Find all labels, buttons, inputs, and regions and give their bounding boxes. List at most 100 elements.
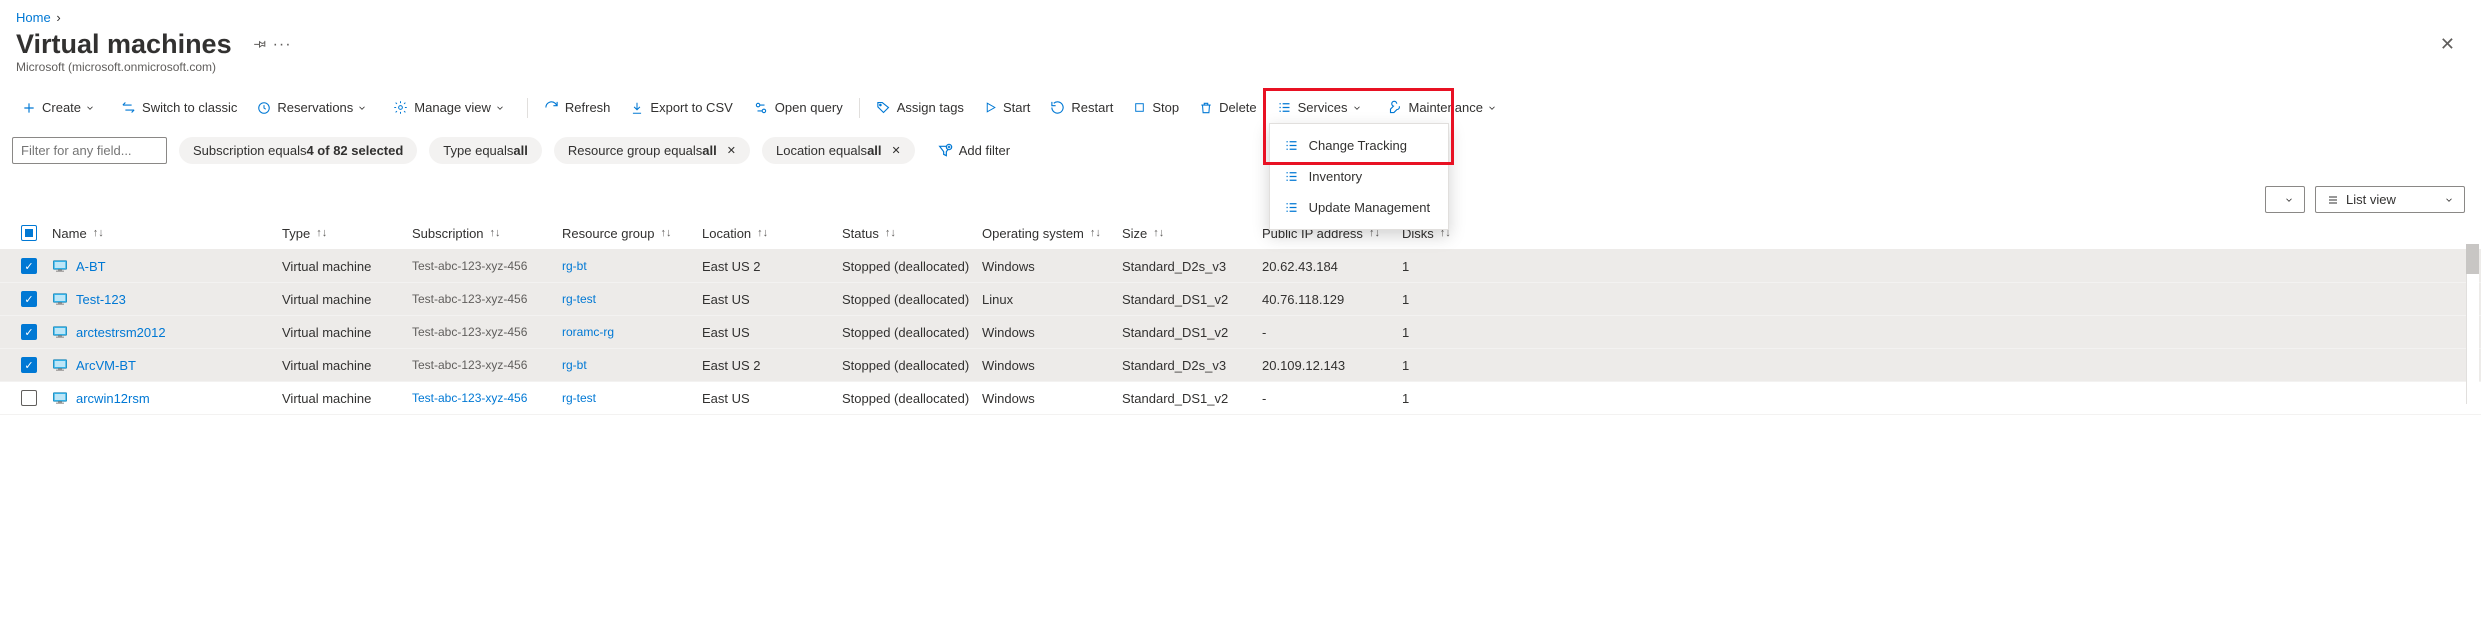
remove-filter-icon[interactable]: ✕ <box>892 144 901 157</box>
col-subscription[interactable]: Subscription↑↓ <box>406 218 556 249</box>
refresh-button[interactable]: Refresh <box>536 94 619 121</box>
type-filter-pill[interactable]: Type equals all <box>429 137 542 164</box>
export-csv-button[interactable]: Export to CSV <box>622 94 740 121</box>
subscription-link[interactable]: Test-abc-123-xyz-456 <box>412 358 527 372</box>
manage-view-button[interactable]: Manage view <box>385 94 519 121</box>
subscription-link[interactable]: Test-abc-123-xyz-456 <box>412 292 527 306</box>
cell-size: Standard_D2s_v3 <box>1116 350 1256 381</box>
cell-disks: 1 <box>1396 284 1466 315</box>
vm-name-link[interactable]: Test-123 <box>76 292 126 307</box>
pin-icon[interactable] <box>252 36 267 54</box>
pill-label: Location equals <box>776 143 867 158</box>
pill-value: all <box>702 143 716 158</box>
cell-size: Standard_DS1_v2 <box>1116 317 1256 348</box>
row-checkbox[interactable] <box>21 324 37 340</box>
col-type[interactable]: Type↑↓ <box>276 218 406 249</box>
vm-name-link[interactable]: arctestrsm2012 <box>76 325 166 340</box>
resource-group-link[interactable]: rg-bt <box>562 259 587 273</box>
close-icon[interactable]: ✕ <box>2440 34 2455 55</box>
switch-classic-button[interactable]: Switch to classic <box>113 94 245 121</box>
chevron-right-icon: › <box>56 10 60 25</box>
cell-os: Windows <box>976 383 1116 414</box>
cell-type: Virtual machine <box>276 317 406 348</box>
table-row[interactable]: A-BTVirtual machineTest-abc-123-xyz-456r… <box>0 250 2481 283</box>
subscription-link[interactable]: Test-abc-123-xyz-456 <box>412 391 527 405</box>
create-button[interactable]: Create <box>14 94 109 121</box>
assign-tags-button[interactable]: Assign tags <box>868 94 972 121</box>
service-update-management[interactable]: Update Management <box>1270 192 1448 223</box>
resource-group-link[interactable]: roramc-rg <box>562 325 614 339</box>
col-name[interactable]: Name↑↓ <box>46 218 276 249</box>
resource-group-link[interactable]: rg-bt <box>562 358 587 372</box>
sort-icon: ↑↓ <box>1090 227 1101 239</box>
cell-os: Windows <box>976 251 1116 282</box>
add-filter-button[interactable]: Add filter <box>927 138 1020 164</box>
reservations-button[interactable]: Reservations <box>249 94 381 121</box>
col-os[interactable]: Operating system↑↓ <box>976 218 1116 249</box>
scrollbar-thumb[interactable] <box>2466 244 2479 274</box>
grouping-select[interactable] <box>2265 186 2305 213</box>
cell-ip: - <box>1256 317 1396 348</box>
cell-location: East US 2 <box>696 350 836 381</box>
cell-size: Standard_D2s_v3 <box>1116 251 1256 282</box>
select-all-checkbox[interactable] <box>12 217 46 249</box>
table-row[interactable]: arcwin12rsmVirtual machineTest-abc-123-x… <box>0 382 2481 415</box>
services-button[interactable]: Services <box>1269 94 1376 121</box>
cell-ip: 20.62.43.184 <box>1256 251 1396 282</box>
page-subtitle: Microsoft (microsoft.onmicrosoft.com) <box>0 60 2481 88</box>
cell-location: East US 2 <box>696 251 836 282</box>
vm-table: Name↑↓ Type↑↓ Subscription↑↓ Resource gr… <box>0 217 2481 415</box>
delete-button[interactable]: Delete <box>1191 94 1265 121</box>
table-row[interactable]: Test-123Virtual machineTest-abc-123-xyz-… <box>0 283 2481 316</box>
breadcrumb-home[interactable]: Home <box>16 10 51 25</box>
sort-icon: ↑↓ <box>490 227 501 239</box>
open-query-button[interactable]: Open query <box>745 94 851 121</box>
location-filter-pill[interactable]: Location equals all ✕ <box>762 137 915 164</box>
resource-group-link[interactable]: rg-test <box>562 292 596 306</box>
vm-name-link[interactable]: A-BT <box>76 259 106 274</box>
list-view-select[interactable]: List view <box>2315 186 2465 213</box>
col-location[interactable]: Location↑↓ <box>696 218 836 249</box>
cell-status: Stopped (deallocated) <box>836 284 976 315</box>
filter-bar: Subscription equals 4 of 82 selected Typ… <box>0 127 2481 182</box>
table-row[interactable]: ArcVM-BT Virtual machine Test-abc-123-xyz-… <box>0 349 2481 382</box>
services-dropdown: Change Tracking Inventory Update Managem… <box>1269 123 1449 230</box>
vm-icon <box>52 358 68 372</box>
start-button[interactable]: Start <box>976 94 1038 121</box>
cell-status: Stopped (deallocated) <box>836 350 976 381</box>
maintenance-button[interactable]: Maintenance <box>1380 94 1511 121</box>
stop-button[interactable]: Stop <box>1125 94 1187 121</box>
vm-name-link[interactable]: ArcVM-BT <box>76 358 136 373</box>
row-checkbox[interactable] <box>21 390 37 406</box>
subscription-link[interactable]: Test-abc-123-xyz-456 <box>412 325 527 339</box>
remove-filter-icon[interactable]: ✕ <box>727 144 736 157</box>
toolbar-separator <box>527 98 528 118</box>
vm-icon <box>52 325 68 339</box>
cell-os: Windows <box>976 350 1116 381</box>
cell-status: Stopped (deallocated) <box>836 251 976 282</box>
table-row[interactable]: arctestrsm2012 Virtual machine Test-abc-12… <box>0 316 2481 349</box>
resource-group-filter-pill[interactable]: Resource group equals all ✕ <box>554 137 750 164</box>
cell-type: Virtual machine <box>276 350 406 381</box>
service-change-tracking[interactable]: Change Tracking <box>1270 130 1448 161</box>
filter-input[interactable] <box>12 137 167 164</box>
cell-location: East US <box>696 383 836 414</box>
col-status[interactable]: Status↑↓ <box>836 218 976 249</box>
row-checkbox[interactable] <box>21 291 37 307</box>
col-size[interactable]: Size↑↓ <box>1116 218 1256 249</box>
more-icon[interactable]: ··· <box>273 36 292 54</box>
vm-name-link[interactable]: arcwin12rsm <box>76 391 150 406</box>
restart-button[interactable]: Restart <box>1042 94 1121 121</box>
vm-icon <box>52 259 68 273</box>
col-resource-group[interactable]: Resource group↑↓ <box>556 218 696 249</box>
pill-label: Type equals <box>443 143 513 158</box>
cell-location: East US <box>696 317 836 348</box>
cell-status: Stopped (deallocated) <box>836 383 976 414</box>
table-header-row: Name↑↓ Type↑↓ Subscription↑↓ Resource gr… <box>0 217 2481 250</box>
resource-group-link[interactable]: rg-test <box>562 391 596 405</box>
row-checkbox[interactable] <box>21 357 37 373</box>
row-checkbox[interactable] <box>21 258 37 274</box>
service-inventory[interactable]: Inventory <box>1270 161 1448 192</box>
subscription-link[interactable]: Test-abc-123-xyz-456 <box>412 259 527 273</box>
subscription-filter-pill[interactable]: Subscription equals 4 of 82 selected <box>179 137 417 164</box>
